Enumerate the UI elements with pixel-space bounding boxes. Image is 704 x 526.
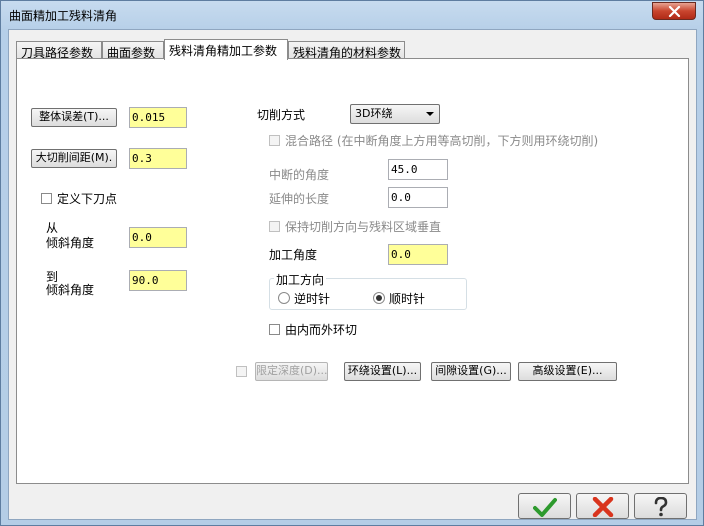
title-bar[interactable]: 曲面精加工残料清角	[1, 1, 703, 29]
cut-method-value: 3D环绕	[355, 107, 393, 120]
entry-point-checkbox[interactable]	[41, 193, 52, 204]
window-title: 曲面精加工残料清角	[9, 9, 118, 23]
help-button[interactable]	[634, 493, 687, 519]
from-tilt-label: 倾斜角度	[46, 236, 95, 250]
cw-label: 顺时针	[389, 292, 426, 306]
ccw-label: 逆时针	[294, 292, 331, 306]
depth-limit-checkbox[interactable]	[236, 366, 247, 377]
extend-length-input[interactable]: 0.0	[388, 187, 448, 208]
stepover-button[interactable]: 大切削间距(M).	[31, 149, 117, 168]
radio-selected-dot	[376, 295, 382, 301]
tab-toolpath-params[interactable]: 刀具路径参数	[16, 41, 102, 60]
extend-length-label: 延伸的长度	[269, 192, 330, 206]
tab-rest-finish-params[interactable]: 残料清角精加工参数	[164, 39, 288, 60]
ccw-radio[interactable]	[278, 292, 290, 304]
x-icon	[592, 497, 614, 517]
keep-perpendicular-label: 保持切削方向与残料区域垂直	[285, 220, 442, 234]
inside-out-checkbox[interactable]	[269, 324, 280, 335]
from-tilt-input[interactable]: 0.0	[129, 227, 187, 248]
dialog-window: 曲面精加工残料清角 刀具路径参数 曲面参数 残料清角精加工参数 残料清角的材料参…	[0, 0, 704, 526]
cut-method-label: 切削方式	[257, 108, 306, 122]
hybrid-path-label: 混合路径 (在中断角度上方用等高切削，下方则用环绕切削)	[285, 134, 599, 148]
chevron-down-icon	[426, 112, 434, 116]
break-angle-input[interactable]: 45.0	[388, 159, 448, 180]
tolerance-button[interactable]: 整体误差(T)...	[31, 108, 117, 127]
depth-limit-button[interactable]: 限定深度(D)...	[255, 362, 328, 381]
tab-surface-params[interactable]: 曲面参数	[102, 41, 164, 60]
dialog-client: 刀具路径参数 曲面参数 残料清角精加工参数 残料清角的材料参数 整体误差(T).…	[8, 29, 697, 520]
cw-radio[interactable]	[373, 292, 385, 304]
tab-rest-material-params[interactable]: 残料清角的材料参数	[288, 41, 405, 60]
break-angle-label: 中断的角度	[269, 168, 330, 182]
loop-settings-button[interactable]: 环绕设置(L)...	[344, 362, 421, 381]
ok-button[interactable]	[518, 493, 571, 519]
keep-perpendicular-checkbox[interactable]	[269, 221, 280, 232]
close-icon	[668, 6, 681, 17]
advanced-settings-button[interactable]: 高级设置(E)...	[518, 362, 617, 381]
cut-method-select[interactable]: 3D环绕	[350, 104, 440, 124]
entry-point-label: 定义下刀点	[57, 192, 118, 206]
tolerance-input[interactable]: 0.015	[129, 107, 187, 128]
stepover-input[interactable]: 0.3	[129, 148, 187, 169]
to-tilt-label: 倾斜角度	[46, 283, 95, 297]
direction-group-label: 加工方向	[274, 271, 327, 288]
question-icon	[654, 497, 668, 517]
cancel-button[interactable]	[576, 493, 629, 519]
to-tilt-input[interactable]: 90.0	[129, 270, 187, 291]
tab-panel: 整体误差(T)... 0.015 大切削间距(M). 0.3 定义下刀点 从 倾…	[16, 58, 689, 484]
gap-settings-button[interactable]: 间隙设置(G)...	[431, 362, 511, 381]
hybrid-path-checkbox[interactable]	[269, 135, 280, 146]
close-button[interactable]	[652, 2, 696, 20]
inside-out-label: 由内而外环切	[285, 323, 358, 337]
checkmark-icon	[533, 498, 557, 517]
machining-angle-input[interactable]: 0.0	[388, 244, 448, 265]
machining-angle-label: 加工角度	[269, 248, 318, 262]
